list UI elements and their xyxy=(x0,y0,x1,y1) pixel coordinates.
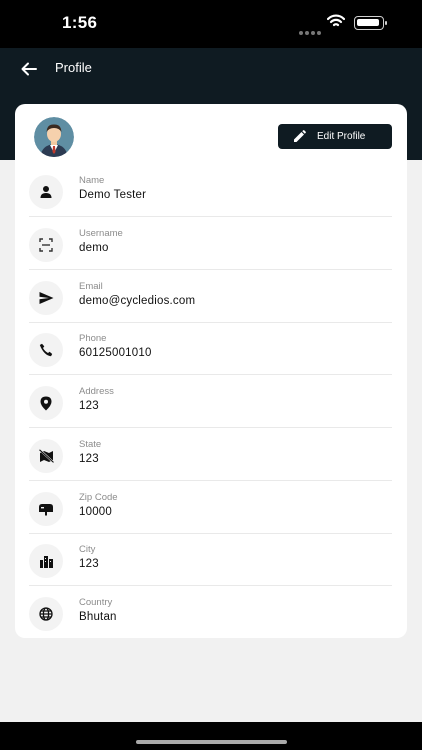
field-label: State xyxy=(79,439,102,450)
field-name: Name Demo Tester xyxy=(29,165,392,217)
field-label: Phone xyxy=(79,333,107,344)
home-indicator[interactable] xyxy=(136,740,287,744)
field-city: City 123 xyxy=(29,534,392,586)
field-username: Username demo xyxy=(29,218,392,270)
field-state: State 123 xyxy=(29,429,392,481)
field-phone: Phone 60125001010 xyxy=(29,323,392,375)
field-value: Demo Tester xyxy=(79,189,147,201)
field-label: Email xyxy=(79,281,103,292)
city-icon xyxy=(29,544,63,578)
battery-icon xyxy=(354,16,387,30)
globe-icon xyxy=(29,597,63,631)
wifi-icon xyxy=(327,14,345,27)
field-zip-code: Zip Code 10000 xyxy=(29,482,392,534)
field-label: Username xyxy=(79,228,123,239)
field-country: Country Bhutan xyxy=(29,587,392,639)
field-label: City xyxy=(79,544,96,555)
field-address: Address 123 xyxy=(29,376,392,428)
home-indicator-bar xyxy=(0,722,422,750)
field-value: 123 xyxy=(79,558,99,570)
back-button[interactable] xyxy=(18,58,40,80)
field-value: 123 xyxy=(79,453,99,465)
cellular-signal-icon xyxy=(299,22,323,40)
mailbox-icon xyxy=(29,492,63,526)
field-value: 123 xyxy=(79,400,99,412)
field-label: Country xyxy=(79,597,113,608)
field-value: Bhutan xyxy=(79,611,117,623)
status-bar: 1:56 xyxy=(0,0,422,48)
field-label: Name xyxy=(79,175,105,186)
field-value: 10000 xyxy=(79,506,112,518)
send-icon xyxy=(29,281,63,315)
arrow-left-icon xyxy=(21,62,37,76)
scan-icon xyxy=(29,228,63,262)
field-value: demo xyxy=(79,242,109,254)
location-pin-icon xyxy=(29,386,63,420)
person-icon xyxy=(29,175,63,209)
field-label: Address xyxy=(79,386,114,397)
profile-card: Edit Profile Name Demo Tester Username d… xyxy=(15,104,407,638)
page-title: Profile xyxy=(55,60,92,75)
status-time: 1:56 xyxy=(62,13,98,32)
field-value: 60125001010 xyxy=(79,347,152,359)
map-off-icon xyxy=(29,439,63,473)
edit-profile-label: Edit Profile xyxy=(317,131,366,142)
field-label: Zip Code xyxy=(79,492,118,503)
pencil-icon xyxy=(293,130,306,143)
phone-icon xyxy=(29,333,63,367)
edit-profile-button[interactable]: Edit Profile xyxy=(278,124,392,149)
field-value: demo@cycledios.com xyxy=(79,295,196,307)
field-email: Email demo@cycledios.com xyxy=(29,271,392,323)
avatar xyxy=(34,117,74,157)
